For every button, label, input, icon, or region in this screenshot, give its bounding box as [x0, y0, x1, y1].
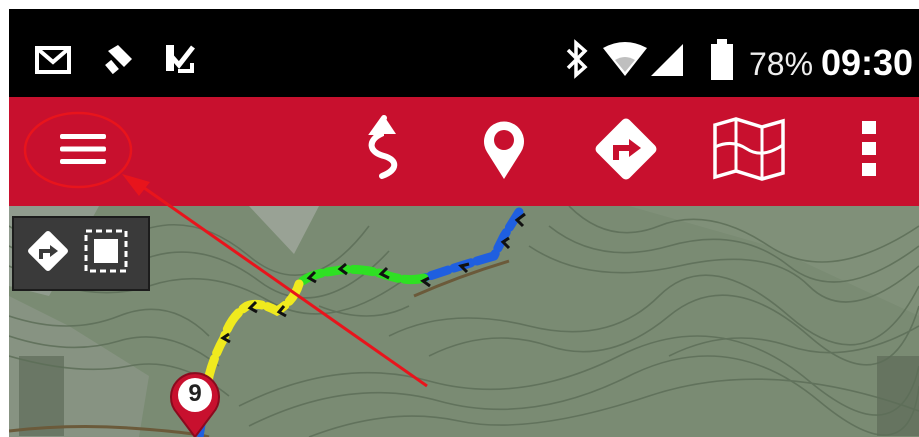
navigate-turn-icon	[24, 227, 72, 280]
status-bar: 78% 09:30	[9, 9, 919, 97]
task-check-icon	[162, 41, 196, 82]
app-screen: 78% 09:30 9	[9, 9, 919, 437]
menu-button[interactable]	[43, 107, 123, 195]
gmail-icon	[35, 45, 71, 80]
waypoint-marker[interactable]: 9	[167, 367, 223, 437]
more-options-button[interactable]	[847, 107, 891, 195]
menu-icon	[60, 132, 106, 171]
bluetooth-icon	[565, 39, 589, 84]
tool-icon	[102, 41, 138, 82]
location-pin-icon	[479, 116, 529, 187]
navigate-button[interactable]	[586, 107, 666, 195]
battery-icon	[709, 39, 735, 86]
more-vert-icon	[861, 120, 877, 182]
map-layer-toggle[interactable]	[12, 216, 150, 291]
waypoint-number: 9	[188, 380, 202, 407]
navigate-turn-icon	[591, 114, 661, 189]
battery-percent: 78%	[749, 46, 814, 82]
wifi-icon	[601, 42, 649, 83]
clock-time: 09:30	[821, 42, 914, 83]
cell-signal-icon	[649, 42, 685, 83]
track-route-icon	[364, 114, 404, 189]
map-icon	[712, 116, 786, 186]
location-pin-button[interactable]	[469, 107, 539, 195]
track-route-button[interactable]	[354, 107, 414, 195]
map-button[interactable]	[709, 107, 789, 195]
select-area-icon	[82, 227, 130, 280]
app-toolbar	[9, 97, 919, 206]
